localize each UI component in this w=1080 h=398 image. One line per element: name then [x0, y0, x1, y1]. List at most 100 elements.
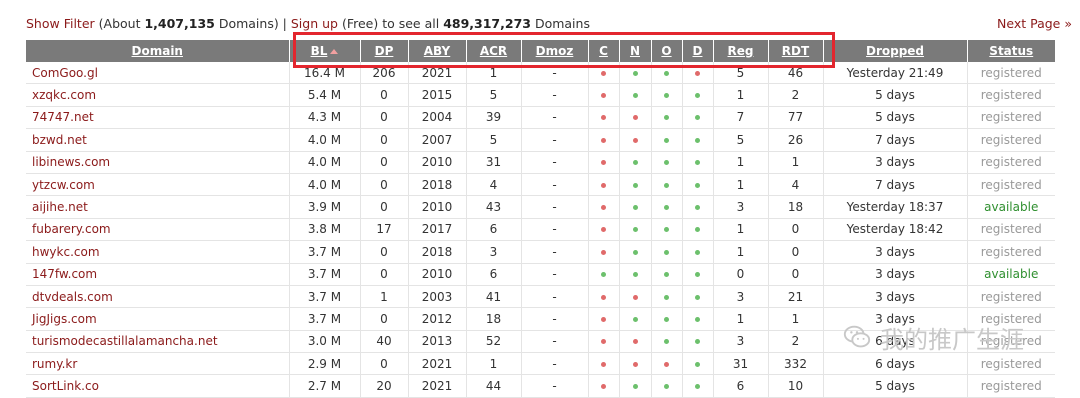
n-cell: [618, 195, 651, 219]
dropped-cell: Yesterday 18:42: [822, 218, 967, 242]
dropped-cell: 5 days: [822, 374, 967, 398]
red-status-dot-icon: [601, 249, 606, 255]
dropped-cell: 5 days: [822, 106, 967, 130]
domain-cell: SortLink.co: [26, 374, 289, 398]
dp-cell: 0: [359, 240, 408, 264]
rdt-cell: 21: [767, 285, 823, 309]
domain-link[interactable]: hwykc.com: [32, 245, 100, 259]
table-row: fubarery.com 3.8 M 17 2017 6- 1 0 Yesterday 18:…: [26, 218, 1055, 242]
aby-cell: 2018: [407, 240, 466, 264]
col-d[interactable]: D: [681, 40, 713, 62]
domain-link[interactable]: SortLink.co: [32, 379, 99, 393]
acr-cell: 18: [465, 307, 521, 331]
red-status-dot-icon: [601, 384, 606, 390]
reg-cell: 6: [712, 374, 768, 398]
o-cell: [650, 352, 682, 376]
domain-link[interactable]: ytzcw.com: [32, 178, 95, 192]
col-rdt[interactable]: RDT: [767, 40, 823, 62]
bl-cell: 4.0 M: [288, 151, 360, 174]
green-status-dot-icon: [695, 294, 700, 300]
col-domain[interactable]: Domain: [26, 40, 289, 62]
domain-link[interactable]: 74747.net: [32, 110, 94, 124]
bl-cell: 16.4 M: [288, 62, 360, 85]
red-status-dot-icon: [632, 115, 638, 121]
watermark-text: 我的推广生涯: [880, 325, 1024, 354]
c-cell: [587, 330, 619, 354]
domain-cell: dtvdeals.com: [26, 285, 289, 309]
acr-cell: 5: [465, 128, 521, 152]
domain-link[interactable]: dtvdeals.com: [32, 290, 113, 304]
col-dropped[interactable]: Dropped: [822, 40, 967, 62]
domain-link[interactable]: xzqkc.com: [32, 88, 96, 102]
n-cell: [618, 307, 651, 331]
next-page-link[interactable]: Next Page »: [997, 16, 1072, 31]
o-cell: [650, 128, 682, 152]
d-cell: [681, 307, 713, 331]
col-bl[interactable]: BL: [288, 40, 360, 62]
col-dp[interactable]: DP: [359, 40, 408, 62]
red-status-dot-icon: [601, 361, 606, 367]
green-status-dot-icon: [695, 93, 700, 99]
domain-cell: 147fw.com: [26, 263, 289, 286]
col-acr[interactable]: ACR: [465, 40, 521, 62]
acr-cell: 39: [465, 106, 521, 130]
green-status-dot-icon: [664, 182, 669, 188]
col-status[interactable]: Status: [966, 40, 1055, 62]
d-cell: [681, 151, 713, 174]
green-status-dot-icon: [632, 249, 638, 255]
green-status-dot-icon: [632, 160, 638, 166]
table-row: ComGoo.gl 16.4 M 206 2021 1- 5 46 Yesterday 21:…: [26, 62, 1055, 85]
domain-cell: fubarery.com: [26, 218, 289, 242]
o-cell: [650, 83, 682, 107]
acr-cell: 1: [465, 62, 521, 85]
table-row: ytzcw.com 4.0 M 0 2018 4-1 4 7 days registered: [26, 173, 1055, 197]
dmoz-cell: -: [520, 106, 588, 130]
o-cell: [650, 195, 682, 219]
red-status-dot-icon: [601, 339, 606, 345]
green-status-dot-icon: [664, 137, 669, 143]
domain-link[interactable]: fubarery.com: [32, 222, 111, 236]
d-cell: [681, 128, 713, 152]
d-cell: [681, 83, 713, 107]
green-status-dot-icon: [664, 227, 669, 233]
reg-cell: 3: [712, 330, 768, 354]
domain-link[interactable]: 147fw.com: [32, 267, 97, 281]
table-row: bzwd.net 4.0 M 0 2007 5-5 26 7 days registered: [26, 128, 1055, 152]
rdt-cell: 0: [767, 218, 823, 242]
total-count: 489,317,273: [443, 16, 531, 31]
col-aby[interactable]: ABY: [407, 40, 466, 62]
acr-cell: 6: [465, 218, 521, 242]
green-status-dot-icon: [695, 339, 700, 345]
domain-link[interactable]: libinews.com: [32, 155, 110, 169]
col-o[interactable]: O: [650, 40, 682, 62]
col-n[interactable]: N: [618, 40, 651, 62]
domain-link[interactable]: rumy.kr: [32, 357, 77, 371]
d-cell: [681, 106, 713, 130]
green-status-dot-icon: [632, 182, 638, 188]
green-status-dot-icon: [632, 316, 638, 322]
dp-cell: 0: [359, 352, 408, 376]
domain-link[interactable]: ComGoo.gl: [32, 66, 98, 80]
dmoz-cell: -: [520, 374, 588, 398]
dp-cell: 0: [359, 128, 408, 152]
bl-cell: 5.4 M: [288, 83, 360, 107]
reg-cell: 1: [712, 173, 768, 197]
o-cell: [650, 106, 682, 130]
rdt-cell: 2: [767, 83, 823, 107]
domain-link[interactable]: JigJigs.com: [32, 312, 97, 326]
col-reg[interactable]: Reg: [712, 40, 768, 62]
col-dmoz[interactable]: Dmoz: [520, 40, 588, 62]
domain-link[interactable]: turismodecastillalamancha.net: [32, 334, 218, 348]
rdt-cell: 1: [767, 151, 823, 174]
green-status-dot-icon: [664, 93, 669, 99]
domain-link[interactable]: bzwd.net: [32, 133, 87, 147]
col-c[interactable]: C: [587, 40, 619, 62]
green-status-dot-icon: [632, 93, 638, 99]
c-cell: [587, 83, 619, 107]
show-filter-link[interactable]: Show Filter: [26, 16, 95, 31]
aby-cell: 2021: [407, 62, 466, 85]
reg-cell: 3: [712, 195, 768, 219]
sign-up-link[interactable]: Sign up: [291, 16, 338, 31]
domain-cell: ytzcw.com: [26, 173, 289, 197]
domain-link[interactable]: aijihe.net: [32, 200, 88, 214]
